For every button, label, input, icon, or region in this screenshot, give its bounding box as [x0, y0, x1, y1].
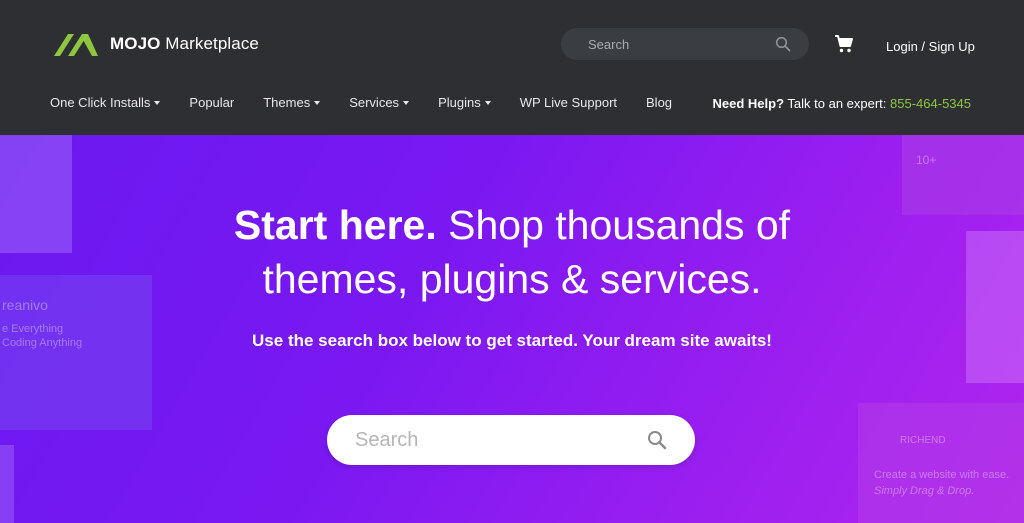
decorative-thumbnail: RICHEND Create a website with ease. Simp… — [858, 403, 1024, 523]
deco-text: Simply Drag & Drop. — [874, 485, 975, 497]
hero-banner: reanivo e Everything Coding Anything 10+… — [0, 135, 1024, 523]
help-contact: Need Help? Talk to an expert: 855-464-53… — [712, 96, 971, 111]
nav-item-themes[interactable]: Themes — [263, 95, 321, 110]
deco-text: Create a website with ease. — [874, 469, 1010, 481]
main-nav: One Click Installs Popular Themes Servic… — [50, 95, 701, 110]
brand-name: MOJO Marketplace — [110, 34, 259, 53]
brand-logo[interactable]: MOJO Marketplace — [52, 30, 259, 58]
nav-item-plugins[interactable]: Plugins — [438, 95, 491, 110]
caret-down-icon — [154, 100, 161, 105]
deco-text: 10+ — [916, 153, 937, 167]
hero-search-input[interactable] — [327, 428, 627, 452]
phone-link[interactable]: 855-464-5345 — [890, 96, 971, 111]
deco-text: RICHEND — [900, 435, 946, 446]
hero-search — [327, 415, 695, 465]
nav-item-services[interactable]: Services — [349, 95, 410, 110]
nav-item-blog[interactable]: Blog — [646, 95, 672, 110]
nav-item-wp-live-support[interactable]: WP Live Support — [520, 95, 617, 110]
site-header: MOJO Marketplace Login / Sign Up One Cli… — [0, 0, 1024, 135]
nav-item-one-click-installs[interactable]: One Click Installs — [50, 95, 161, 110]
caret-down-icon — [484, 100, 491, 105]
search-icon[interactable] — [647, 430, 667, 450]
header-search-input[interactable] — [561, 36, 761, 52]
decorative-thumbnail — [0, 445, 14, 523]
nav-item-popular[interactable]: Popular — [189, 95, 234, 110]
login-signup-link[interactable]: Login / Sign Up — [886, 39, 975, 54]
caret-down-icon — [314, 100, 321, 105]
hero-subline: Use the search box below to get started.… — [252, 331, 772, 350]
cart-icon[interactable] — [834, 34, 854, 54]
hero-headline: Start here. Shop thousands of themes, plu… — [233, 202, 791, 302]
caret-down-icon — [403, 100, 410, 105]
mojo-logo-icon — [54, 34, 98, 56]
header-search — [561, 28, 809, 60]
search-icon[interactable] — [775, 36, 791, 52]
